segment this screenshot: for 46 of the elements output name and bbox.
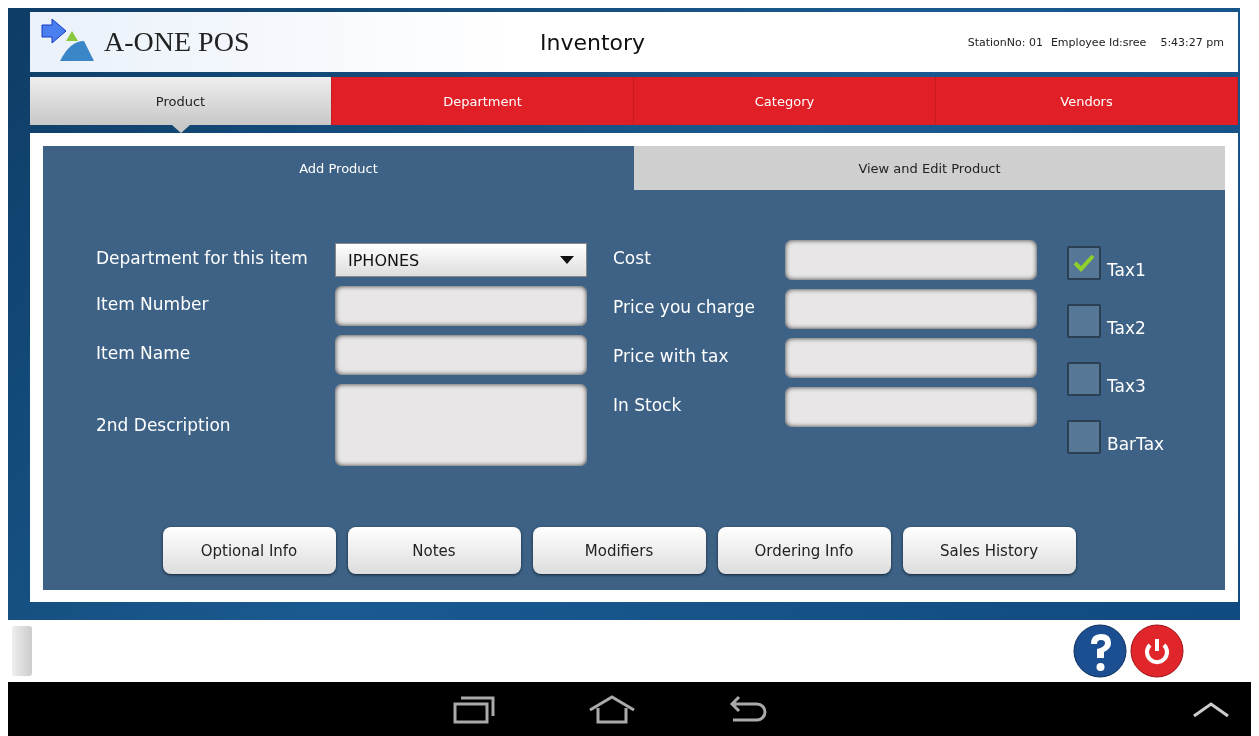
home-icon[interactable] [587,694,637,724]
field-label: Cost [613,247,652,268]
checkbox[interactable] [1067,304,1101,338]
caret-icon [560,256,574,264]
tab[interactable]: Category [634,77,936,125]
subtab[interactable]: View and Edit Product [634,146,1225,190]
section-button[interactable]: Modifiers [532,527,706,574]
field-label: Price you charge [613,296,756,317]
checkbox[interactable] [1067,362,1101,396]
field-label: Item Number [96,293,210,314]
input-field[interactable] [335,335,587,375]
employee-id: Employee Id:sree [1050,35,1147,49]
power-icon[interactable] [1129,624,1185,678]
field-label: Department for this item [96,247,309,268]
window-title: Inventory [540,29,647,55]
department-dropdown[interactable]: IPHONES [335,243,587,277]
recent-apps-icon[interactable] [453,694,497,724]
checkbox-label: Tax3 [1107,376,1146,396]
check-icon [1073,254,1095,272]
drawer-handle[interactable] [12,626,32,676]
help-icon[interactable] [1071,624,1129,678]
checkbox[interactable] [1067,420,1101,454]
tab[interactable]: Department [332,77,634,125]
section-button[interactable]: Notes [347,527,521,574]
field-label: In Stock [613,394,683,415]
input-field[interactable] [785,240,1037,280]
field-label: 2nd Description [96,415,232,435]
back-icon[interactable] [727,694,767,724]
input-field[interactable] [785,338,1037,378]
checkbox[interactable] [1067,246,1101,280]
section-button[interactable]: Sales History [902,527,1076,574]
field-label: Item Name [96,342,192,363]
input-field[interactable] [335,384,587,466]
station-number: StationNo: 01 [967,35,1043,49]
checkbox-label: Tax1 [1107,260,1146,280]
input-field[interactable] [785,387,1037,427]
checkbox-label: BarTax [1107,434,1165,454]
input-field[interactable] [785,289,1037,329]
input-field[interactable] [335,286,587,326]
tab[interactable]: Vendors [936,77,1238,125]
section-button[interactable]: Ordering Info [717,527,891,574]
logo-text: A-ONE POS [104,26,250,58]
clock-time: 5:43:27 pm [1160,35,1224,49]
field-label: Price with tax [613,345,730,366]
checkbox-label: Tax2 [1107,318,1146,338]
section-button[interactable]: Optional Info [162,527,336,574]
